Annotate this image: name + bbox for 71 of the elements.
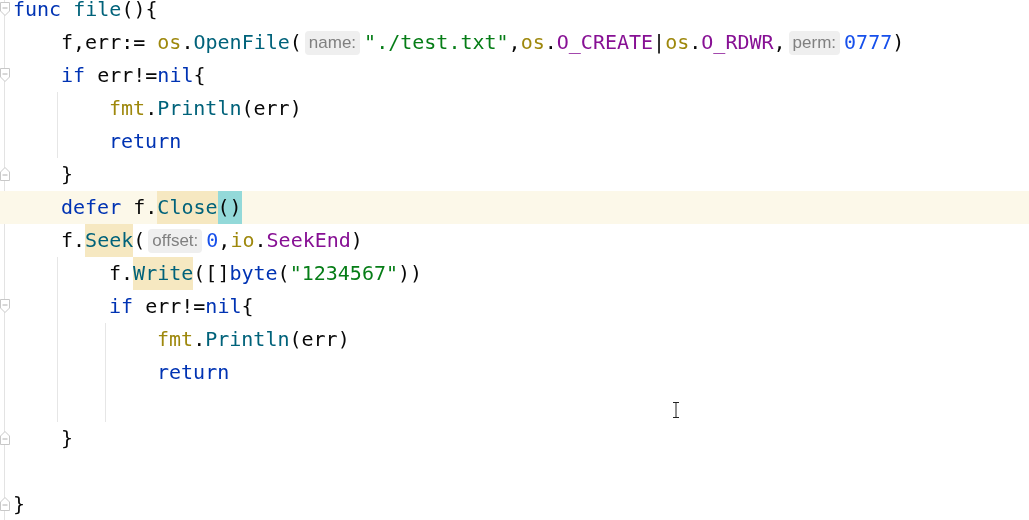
- code-text: .: [181, 29, 194, 56]
- function-name: Println: [205, 326, 290, 353]
- fold-marker-icon[interactable]: [0, 68, 10, 82]
- package-name: fmt: [109, 95, 146, 122]
- package-name: os: [665, 29, 690, 56]
- code-text: ,: [773, 29, 786, 56]
- fold-marker-icon[interactable]: [0, 2, 10, 16]
- function-name: Write: [133, 257, 194, 290]
- string-literal: "1234567": [289, 260, 399, 287]
- number-literal: 0: [206, 227, 219, 254]
- package-name: fmt: [157, 326, 194, 353]
- package-name: os: [157, 29, 182, 56]
- code-text: ,: [218, 227, 231, 254]
- code-text: .: [689, 29, 702, 56]
- constant-name: O_CREATE: [556, 29, 654, 56]
- code-text: (: [289, 29, 302, 56]
- code-text: f.: [61, 227, 86, 254]
- code-text: (err): [289, 326, 350, 353]
- parameter-hint: name:: [304, 30, 361, 55]
- constant-name: O_RDWR: [701, 29, 774, 56]
- code-text: }: [61, 161, 74, 188]
- code-text: |: [653, 29, 666, 56]
- code-text: {: [241, 293, 254, 320]
- function-name: Close: [157, 191, 218, 224]
- function-name: Seek: [85, 224, 134, 257]
- fold-marker-icon[interactable]: [0, 299, 10, 313]
- code-text: ): [892, 29, 905, 56]
- constant-name: SeekEnd: [266, 227, 351, 254]
- keyword: nil: [157, 62, 194, 89]
- code-text: .: [193, 326, 206, 353]
- function-name: Println: [157, 95, 242, 122]
- keyword: func: [13, 0, 63, 23]
- package-name: io: [230, 227, 255, 254]
- keyword: byte: [229, 260, 278, 287]
- code-text: f.: [132, 194, 158, 221]
- parameter-hint: perm:: [788, 30, 841, 55]
- fold-marker-icon[interactable]: [0, 167, 10, 181]
- code-text: {: [193, 62, 206, 89]
- code-text: err!=: [96, 62, 158, 89]
- keyword: if: [109, 293, 134, 320]
- code-text: }: [61, 425, 74, 452]
- fold-marker-icon[interactable]: [0, 431, 10, 445]
- code-text: f,err:=: [61, 29, 147, 56]
- code-text: ,: [508, 29, 521, 56]
- keyword: return: [109, 128, 182, 155]
- code-text: (): [217, 191, 242, 224]
- function-name: OpenFile: [193, 29, 290, 56]
- keyword: if: [61, 62, 86, 89]
- code-text: f.: [109, 260, 134, 287]
- code-text: (: [277, 260, 290, 287]
- code-text: .: [544, 29, 557, 56]
- keyword: defer: [61, 194, 122, 221]
- number-literal: 0777: [844, 29, 893, 56]
- keyword: nil: [205, 293, 242, 320]
- code-text: )): [398, 260, 423, 287]
- code-text: ([]: [193, 260, 230, 287]
- text-cursor-icon: [672, 402, 680, 418]
- code-text: .: [254, 227, 267, 254]
- keyword: return: [157, 359, 230, 386]
- code-text: err!=: [144, 293, 206, 320]
- function-name: file: [73, 0, 122, 23]
- fold-marker-icon[interactable]: [0, 497, 10, 511]
- code-text: ): [350, 227, 363, 254]
- code-text: .: [145, 95, 158, 122]
- code-text: }: [13, 491, 26, 518]
- package-name: os: [520, 29, 545, 56]
- parameter-hint: offset:: [148, 228, 203, 253]
- string-literal: "./test.txt": [364, 29, 509, 56]
- code-text: (){: [121, 0, 158, 23]
- code-text: (: [133, 227, 146, 254]
- code-text: (err): [241, 95, 302, 122]
